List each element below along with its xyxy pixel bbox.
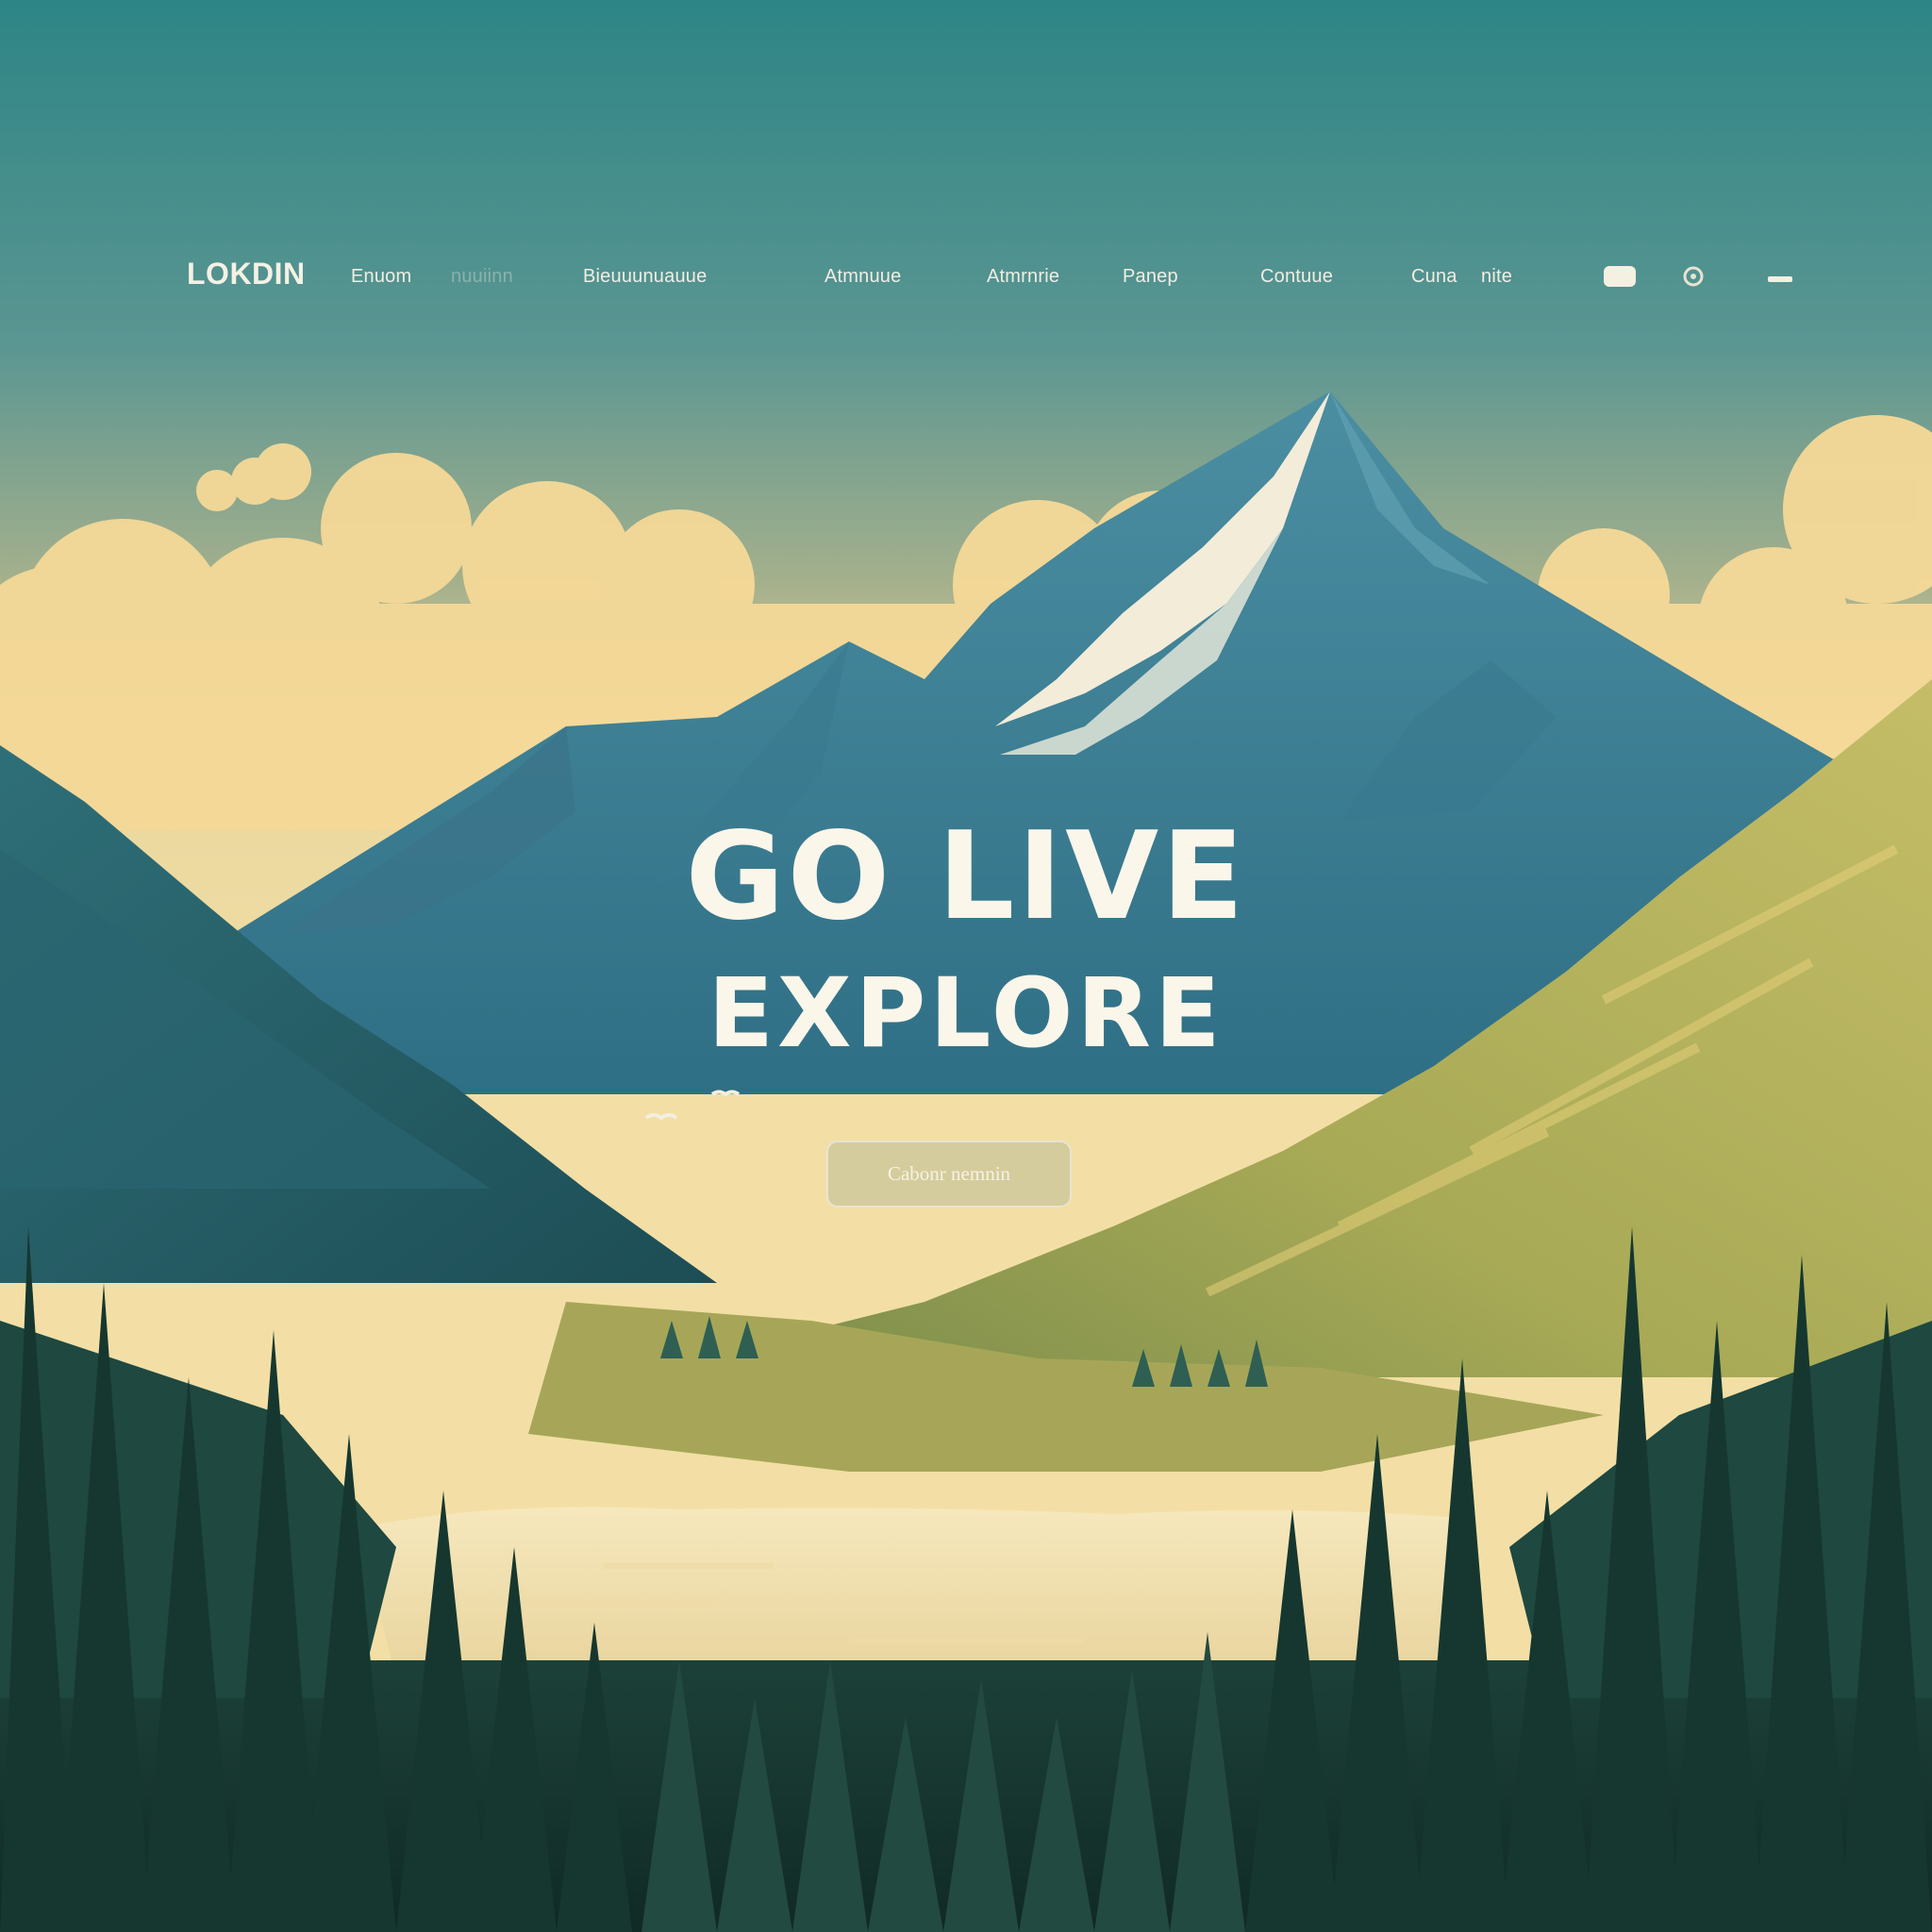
- landing-page: LOKDIN Enuom nuuiinn Bieuuunuauue Atmnuu…: [0, 0, 1932, 1932]
- nav-link-3[interactable]: Bieuuunuauue: [583, 266, 707, 288]
- top-navigation: LOKDIN Enuom nuuiinn Bieuuunuauue Atmnuu…: [187, 255, 1792, 298]
- nav-link-7[interactable]: Contuue: [1260, 266, 1333, 288]
- cta-button[interactable]: Cabonr nemnin: [826, 1141, 1072, 1208]
- nav-link-9[interactable]: nite: [1481, 266, 1512, 288]
- hero-title: GO LIVE: [685, 807, 1247, 947]
- toggle-icon[interactable]: [1604, 266, 1636, 291]
- nav-link-6[interactable]: Panep: [1123, 266, 1178, 288]
- settings-icon[interactable]: [1681, 264, 1706, 293]
- hero-section: GO LIVE EXPLORE: [0, 811, 1932, 1085]
- menu-icon[interactable]: [1768, 272, 1792, 289]
- brand-logo[interactable]: LOKDIN: [187, 257, 306, 291]
- nav-link-8[interactable]: Cuna: [1411, 266, 1457, 288]
- nav-link-2[interactable]: nuuiinn: [451, 266, 513, 288]
- nav-link-5[interactable]: Atmrnrie: [987, 266, 1059, 288]
- nav-link-4[interactable]: Atmnuue: [824, 266, 901, 288]
- hero-subtitle: EXPLORE: [708, 958, 1224, 1070]
- nav-link-1[interactable]: Enuom: [351, 266, 411, 288]
